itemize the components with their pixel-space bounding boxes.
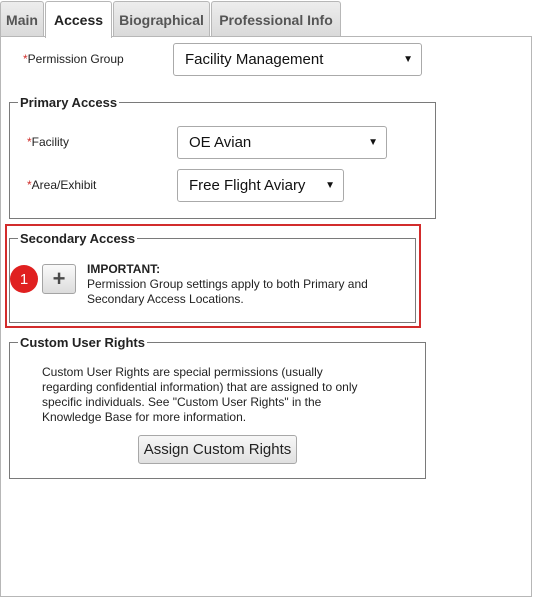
tab-access-label: Access [53,12,104,28]
plus-icon: + [52,266,66,291]
facility-value: OE Avian [189,134,252,151]
primary-access-legend: Primary Access [18,95,120,110]
secondary-access-legend: Secondary Access [18,231,138,246]
area-exhibit-label: *Area/Exhibit [27,178,96,192]
tab-professional-info-label: Professional Info [219,11,333,28]
tab-bar: Main Access Biographical Professional In… [0,0,534,38]
facility-label: *Facility [27,135,69,149]
facility-select[interactable]: OE Avian ▼ [177,126,387,159]
tab-main-label: Main [6,11,38,28]
facility-label-text: Facility [31,135,70,149]
custom-rights-description: Custom User Rights are special permissio… [42,365,358,424]
assign-custom-rights-button[interactable]: Assign Custom Rights [138,435,297,464]
step-badge: 1 [10,265,38,293]
permission-group-value: Facility Management [185,51,324,68]
chevron-down-icon: ▼ [325,180,335,191]
area-exhibit-value: Free Flight Aviary [189,177,306,194]
tab-main[interactable]: Main [0,1,44,37]
chevron-down-icon: ▼ [403,54,413,65]
permission-group-select[interactable]: Facility Management ▼ [173,43,422,76]
area-exhibit-label-text: Area/Exhibit [31,178,97,192]
primary-access-fieldset: Primary Access *Facility OE Avian ▼ *Are… [9,95,436,219]
important-title: IMPORTANT: [87,262,161,276]
permission-group-label-text: Permission Group [27,52,124,66]
tab-biographical-label: Biographical [119,11,204,28]
tab-access[interactable]: Access [45,1,112,38]
chevron-down-icon: ▼ [368,137,378,148]
secondary-access-fieldset: Secondary Access + IMPORTANT: Permission… [9,231,416,323]
custom-rights-fieldset: Custom User Rights Custom User Rights ar… [9,335,426,479]
access-panel: *Permission Group Facility Management ▼ … [0,36,532,597]
add-secondary-access-button[interactable]: + [42,264,76,294]
permission-group-label: *Permission Group [23,52,124,66]
custom-rights-legend: Custom User Rights [18,335,147,350]
tab-professional-info[interactable]: Professional Info [211,1,341,37]
important-text: Permission Group settings apply to both … [87,277,368,306]
tab-biographical[interactable]: Biographical [113,1,210,37]
area-exhibit-select[interactable]: Free Flight Aviary ▼ [177,169,344,202]
